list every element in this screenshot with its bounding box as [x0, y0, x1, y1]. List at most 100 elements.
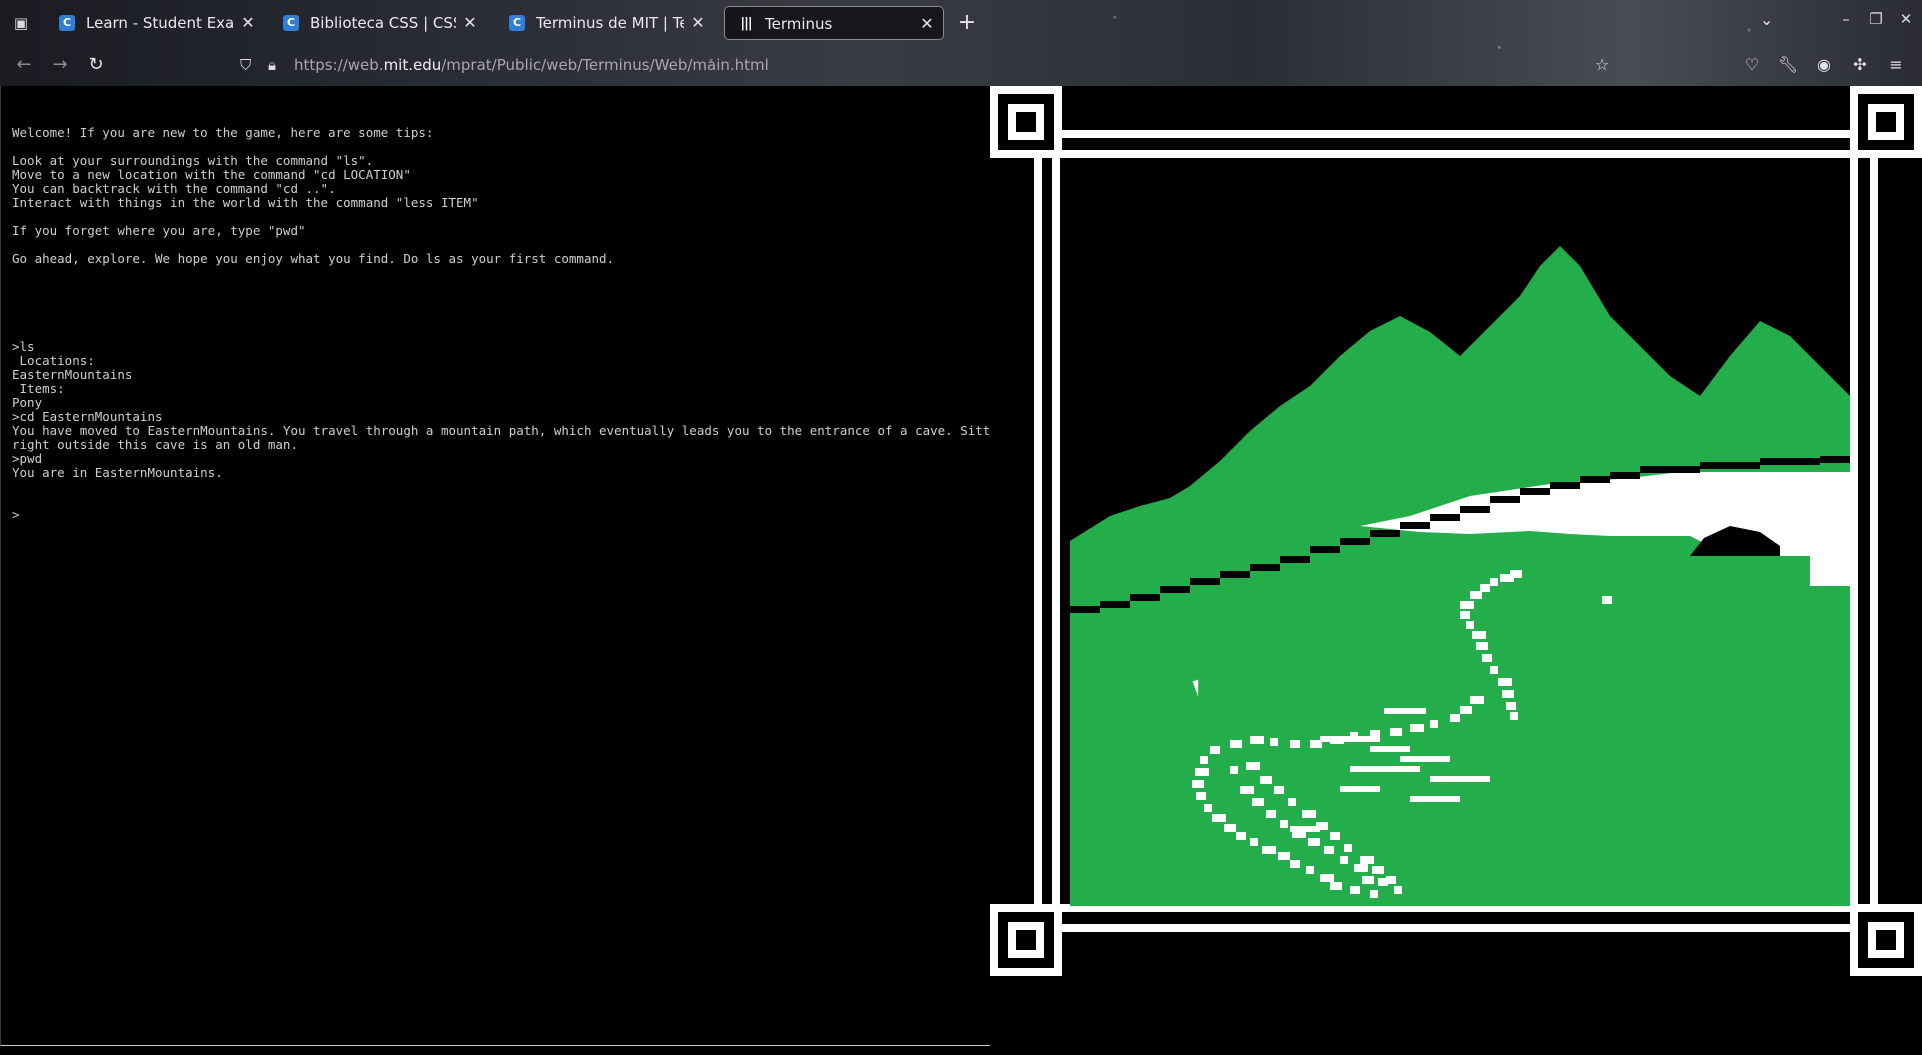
- river-water: [1470, 591, 1482, 599]
- river-water: [1386, 876, 1396, 884]
- ridge-line: [1070, 606, 1100, 613]
- tab-label: Terminus de MIT | Terminus: [536, 14, 684, 32]
- river-water: [1490, 666, 1498, 674]
- list-all-tabs-icon[interactable]: ⌄: [1760, 10, 1773, 29]
- close-icon[interactable]: ✕: [688, 6, 708, 40]
- river-water: [1470, 696, 1484, 704]
- shield-icon[interactable]: ⛉: [240, 53, 251, 77]
- terminal-line: If you forget where you are, type "pwd": [12, 223, 306, 238]
- river-water: [1330, 882, 1342, 890]
- river-water: [1460, 601, 1474, 609]
- tab-learn-student-exams[interactable]: C Learn - Student Exams ✕: [46, 6, 264, 40]
- terminal-line: Interact with things in the world with t…: [12, 195, 479, 210]
- url-field[interactable]: https://web.mit.edu/mprat/Public/web/Ter…: [294, 53, 769, 77]
- river-water: [1394, 886, 1402, 894]
- river-water: [1302, 810, 1316, 818]
- terminal-panel[interactable]: Welcome! If you are new to the game, her…: [0, 86, 1013, 1046]
- river-water: [1212, 814, 1226, 822]
- river-water: [1210, 746, 1220, 754]
- wrench-icon[interactable]: 🔧︎: [1776, 53, 1800, 77]
- lock-icon[interactable]: 🔒︎: [268, 53, 276, 77]
- river-water: [1350, 886, 1360, 894]
- tab-biblioteca-css[interactable]: C Biblioteca CSS | CSS Extras ✕: [270, 6, 486, 40]
- river-water: [1460, 706, 1472, 714]
- river-water: [1370, 746, 1410, 752]
- tab-label: Terminus: [765, 15, 833, 33]
- ridge-line: [1610, 472, 1640, 479]
- bars-icon: |||: [740, 16, 752, 31]
- menu-icon[interactable]: ≡: [1884, 53, 1908, 77]
- ridge-line: [1700, 462, 1730, 469]
- river-water: [1240, 786, 1254, 794]
- reload-button[interactable]: ↻: [82, 52, 110, 78]
- river-water: [1200, 756, 1208, 764]
- river-water: [1362, 876, 1374, 884]
- bookmark-star-icon[interactable]: ☆: [1590, 53, 1614, 77]
- river-water: [1498, 678, 1512, 686]
- ridge-line: [1100, 601, 1130, 608]
- river-water: [1400, 756, 1450, 762]
- tab-label: Learn - Student Exams: [86, 14, 234, 32]
- extensions-icon[interactable]: ✣: [1848, 53, 1872, 77]
- back-button[interactable]: ←: [10, 52, 38, 78]
- tab-terminus[interactable]: ||| Terminus ✕: [724, 6, 944, 40]
- close-icon[interactable]: ✕: [917, 7, 937, 39]
- river-water: [1288, 798, 1296, 806]
- frame-bar: [1850, 146, 1858, 916]
- river-water: [1384, 708, 1426, 714]
- window-close-icon[interactable]: ✕: [1894, 10, 1918, 28]
- ridge-line: [1520, 488, 1550, 495]
- river-water: [1372, 866, 1384, 874]
- ridge-line: [1370, 530, 1400, 537]
- terminal-line: >pwd: [12, 451, 43, 466]
- restore-icon[interactable]: ❐: [1864, 10, 1888, 28]
- ridge-line: [1160, 586, 1190, 593]
- forward-button[interactable]: →: [46, 52, 74, 78]
- mountain-range: [1070, 246, 1850, 906]
- river-water: [1410, 796, 1460, 802]
- river-water: [1224, 824, 1236, 832]
- frame-bar: [1052, 146, 1060, 916]
- url-prefix: https://web.: [294, 56, 384, 74]
- tab-terminus-de-mit[interactable]: C Terminus de MIT | Terminus ✕: [496, 6, 714, 40]
- river-water: [1430, 720, 1438, 728]
- frame-corner-hole: [1876, 930, 1896, 950]
- command-prompt[interactable]: >: [12, 508, 1013, 522]
- river-water: [1262, 846, 1276, 854]
- ridge-line: [1670, 466, 1700, 473]
- river-water: [1410, 724, 1424, 732]
- ridge-line: [1250, 564, 1280, 571]
- ridge-line: [1820, 456, 1850, 463]
- account-icon[interactable]: ◉: [1812, 53, 1836, 77]
- ridge-line: [1640, 466, 1670, 473]
- frame-corner-hole: [1016, 930, 1036, 950]
- minimize-icon[interactable]: –: [1834, 10, 1858, 28]
- river-water: [1506, 702, 1516, 710]
- tab-overview-icon[interactable]: ▣: [8, 10, 34, 36]
- ridge-line: [1490, 496, 1520, 503]
- pocket-icon[interactable]: ♡: [1740, 53, 1764, 77]
- navigation-bar: ← → ↻ ⛉ 🔒︎ https://web.mit.edu/mprat/Pub…: [0, 44, 1922, 86]
- terminal-line: Locations:: [12, 353, 95, 368]
- frame-bar: [990, 130, 1922, 138]
- close-icon[interactable]: ✕: [238, 6, 258, 40]
- close-icon[interactable]: ✕: [460, 6, 480, 40]
- river-water: [1344, 844, 1352, 852]
- ridge-line: [1760, 458, 1790, 465]
- terminal-output: Welcome! If you are new to the game, her…: [12, 98, 1013, 550]
- terminal-line: Items:: [12, 381, 65, 396]
- url-host: mit.edu: [383, 56, 442, 74]
- frame-bar: [1870, 146, 1878, 916]
- session-log: >ls Locations: EasternMountains Items: Pon…: [12, 340, 1013, 480]
- ridge-line: [1340, 538, 1370, 545]
- codecademy-icon: C: [509, 15, 525, 31]
- river-water: [1480, 584, 1490, 592]
- new-tab-button[interactable]: +: [954, 10, 980, 36]
- river-water: [1270, 738, 1278, 746]
- river-water: [1490, 578, 1498, 586]
- river-water: [1196, 792, 1206, 800]
- ridge-line: [1220, 571, 1250, 578]
